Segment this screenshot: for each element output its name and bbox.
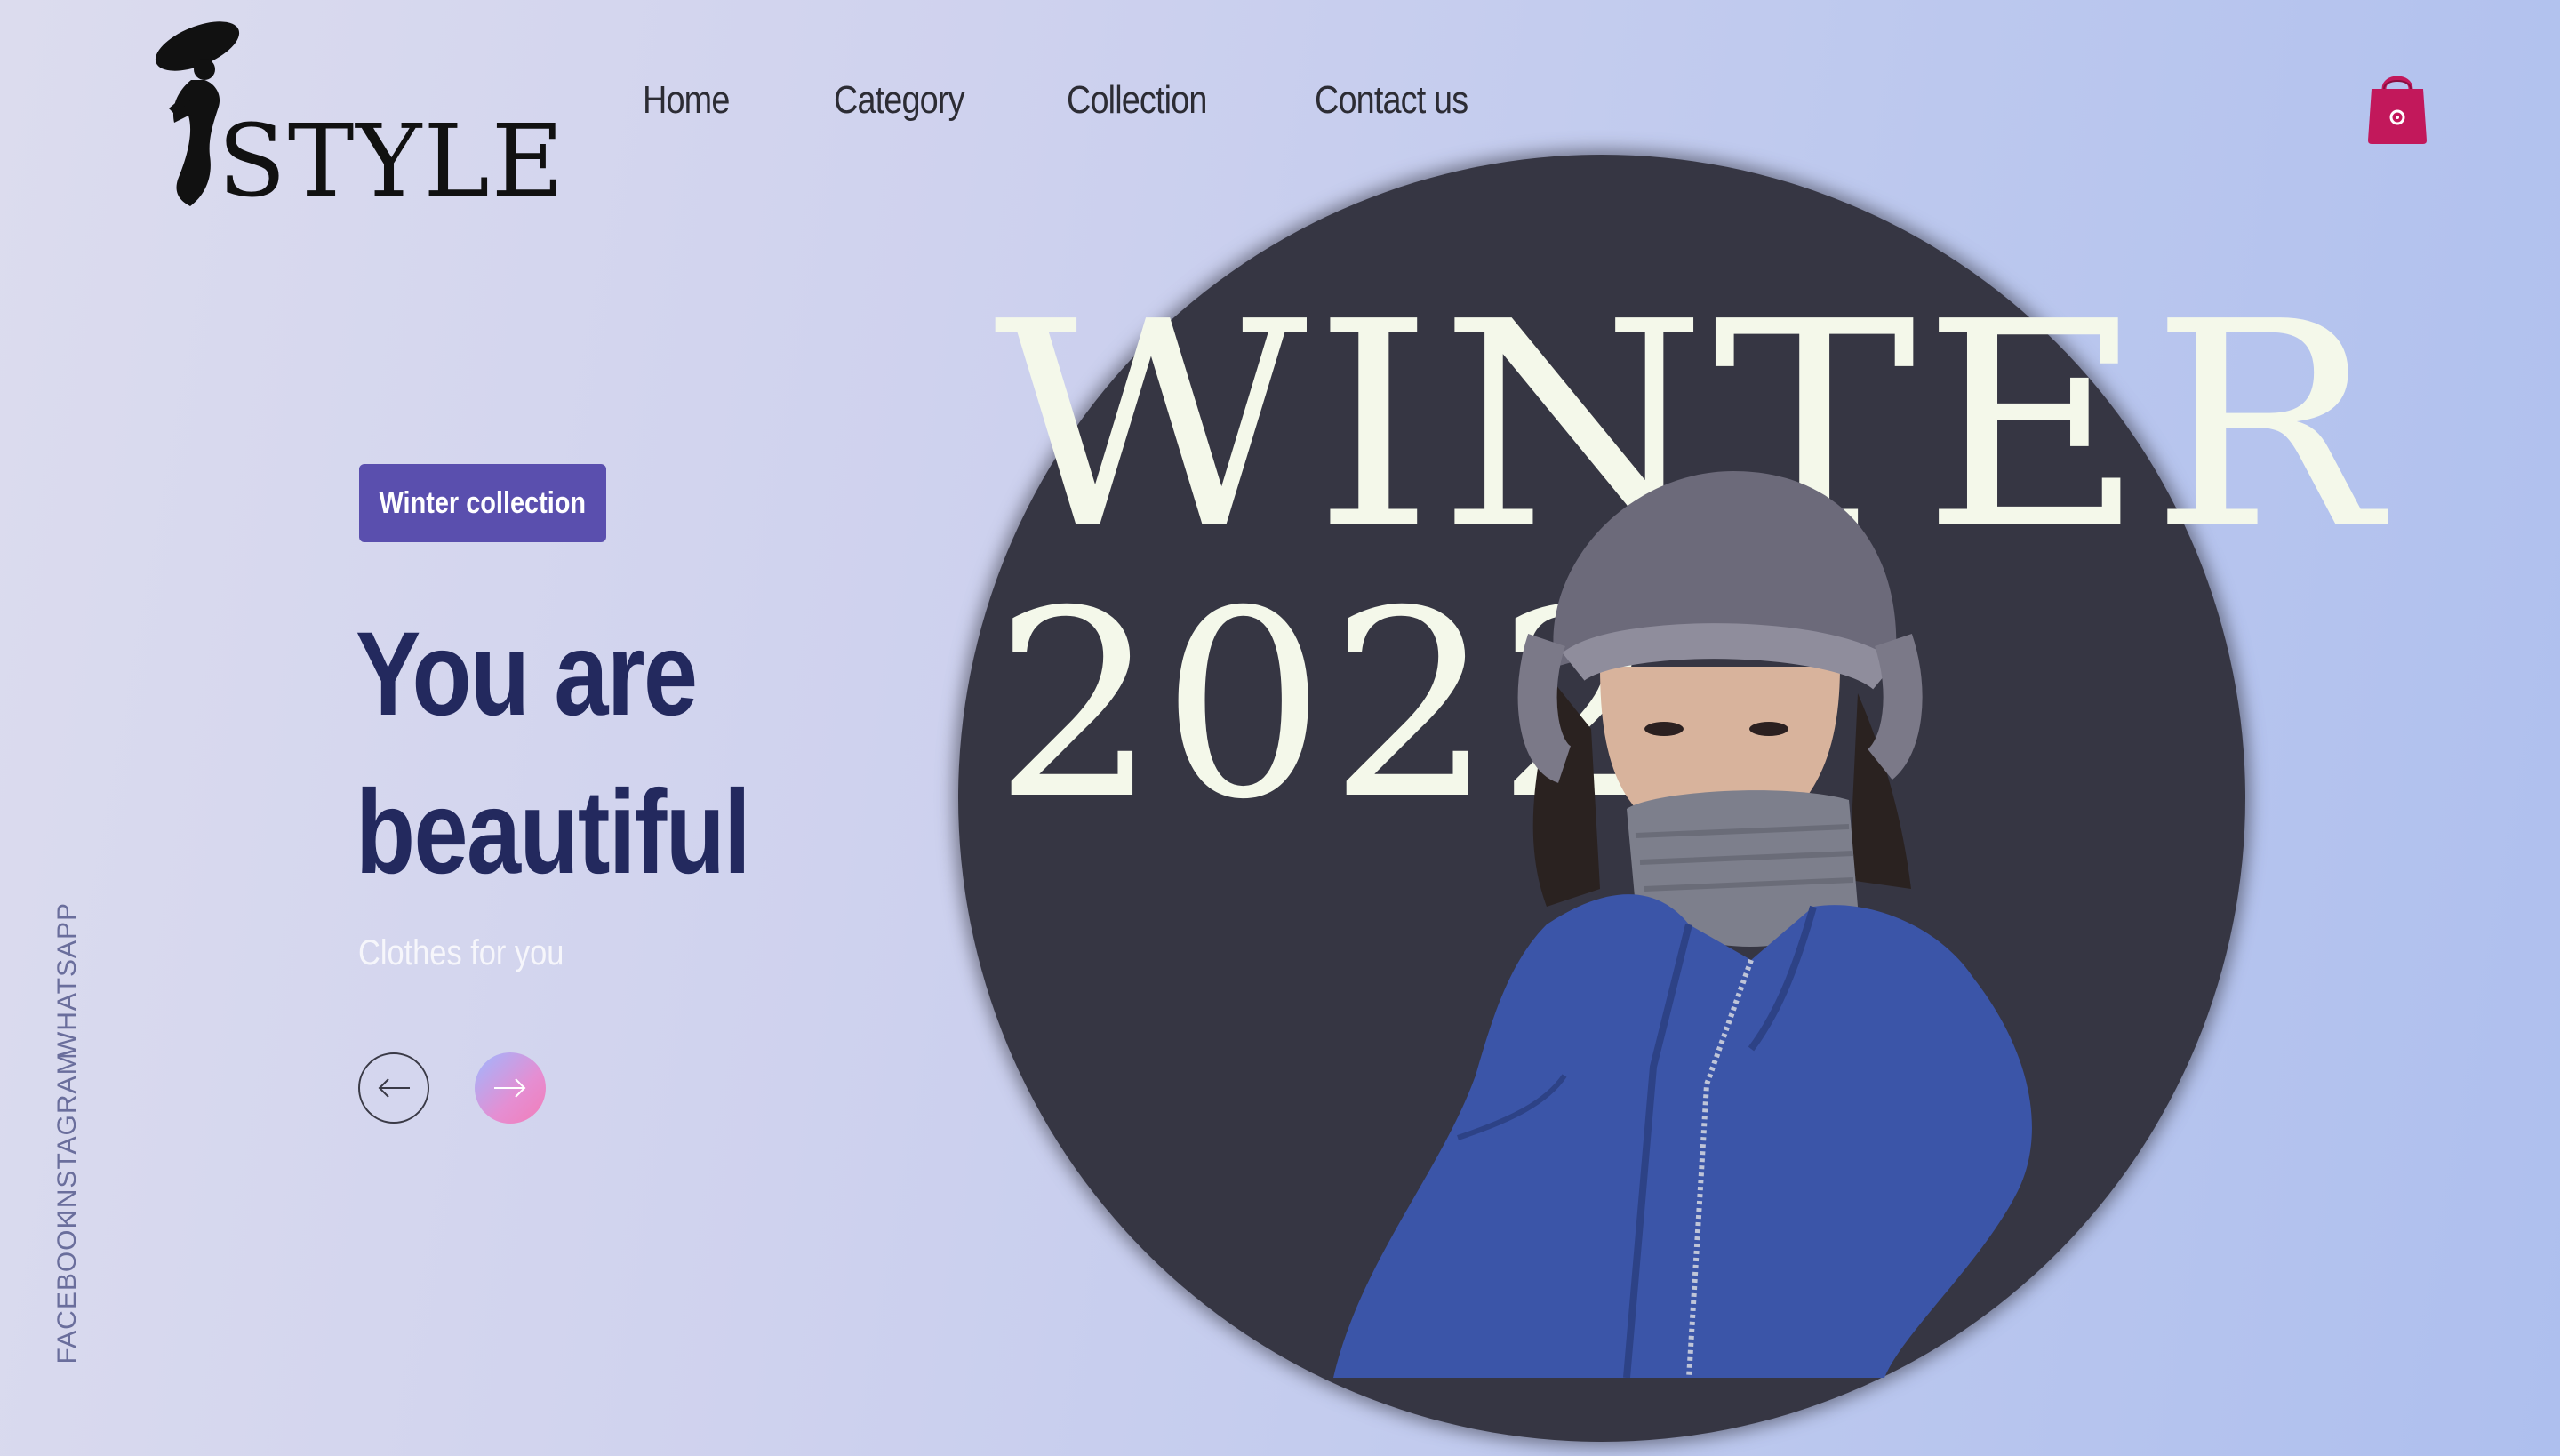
next-button[interactable] — [475, 1052, 546, 1124]
logo-wordmark: STYLE — [218, 104, 566, 220]
nav-contact-us[interactable]: Contact us — [1315, 78, 1468, 123]
arrow-right-icon — [494, 1078, 526, 1098]
prev-button[interactable] — [358, 1052, 429, 1124]
arrow-left-icon — [378, 1078, 410, 1098]
headline-line-1: You are — [356, 608, 698, 740]
headline-line-2: beautiful — [356, 766, 751, 899]
hero-headline: You are beautiful — [356, 596, 924, 912]
nav-category[interactable]: Category — [834, 78, 965, 123]
nav-home[interactable]: Home — [643, 78, 730, 123]
shopping-bag-icon[interactable] — [2366, 69, 2428, 146]
model-photo — [1333, 471, 2032, 1378]
winter-collection-badge[interactable]: Winter collection — [359, 464, 606, 542]
nav-collection[interactable]: Collection — [1067, 78, 1207, 123]
hero-subtitle: Clothes for you — [358, 933, 564, 972]
